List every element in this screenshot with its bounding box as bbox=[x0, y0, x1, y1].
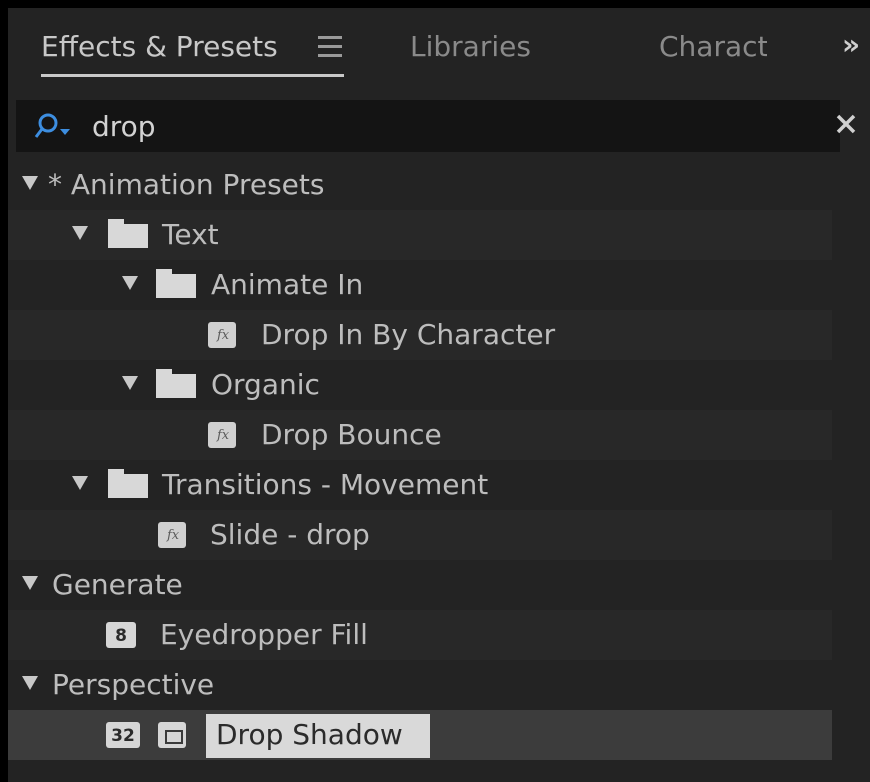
folder-icon bbox=[156, 369, 196, 398]
folder-icon bbox=[156, 269, 196, 298]
tree-item-text[interactable]: Text bbox=[8, 210, 832, 260]
tree-item-label: Transitions - Movement bbox=[162, 468, 489, 501]
tree-item-transitions-movement[interactable]: Transitions - Movement bbox=[8, 460, 832, 510]
tab-overflow-icon[interactable]: » bbox=[842, 28, 860, 61]
tree-item-generate[interactable]: Generate bbox=[8, 560, 832, 610]
fx-preset-icon bbox=[158, 522, 186, 548]
tree-item-animation-presets[interactable]: * Animation Presets bbox=[8, 160, 832, 210]
panel-menu-icon[interactable] bbox=[318, 36, 342, 58]
search-icon[interactable] bbox=[34, 112, 74, 140]
tree-item-label: Text bbox=[162, 218, 219, 251]
gpu-accelerated-icon bbox=[158, 722, 186, 748]
tree-item-eyedropper-fill[interactable]: 8 Eyedropper Fill bbox=[8, 610, 832, 660]
fx-preset-icon bbox=[208, 422, 236, 448]
tree-item-organic[interactable]: Organic bbox=[8, 360, 832, 410]
active-tab-indicator bbox=[41, 74, 344, 77]
tree-item-label: Animate In bbox=[211, 268, 364, 301]
expand-triangle-icon[interactable] bbox=[22, 176, 38, 190]
tree-item-animate-in[interactable]: Animate In bbox=[8, 260, 832, 310]
tab-libraries[interactable]: Libraries bbox=[410, 30, 531, 63]
tree-item-label: Slide - drop bbox=[210, 518, 370, 551]
tree-item-label: Perspective bbox=[52, 668, 215, 701]
tab-character[interactable]: Charact bbox=[659, 30, 767, 63]
tab-effects-presets[interactable]: Effects & Presets bbox=[41, 30, 278, 63]
expand-triangle-icon[interactable] bbox=[72, 226, 88, 240]
expand-triangle-icon[interactable] bbox=[122, 376, 138, 390]
tree-item-perspective[interactable]: Perspective bbox=[8, 660, 832, 710]
tree-item-label: * Animation Presets bbox=[48, 168, 325, 201]
expand-triangle-icon[interactable] bbox=[22, 576, 38, 590]
tree-item-slide-drop[interactable]: Slide - drop bbox=[8, 510, 832, 560]
tree-item-label: Generate bbox=[52, 568, 183, 601]
expand-triangle-icon[interactable] bbox=[22, 676, 38, 690]
selection-highlight: Drop Shadow bbox=[206, 714, 430, 758]
expand-triangle-icon[interactable] bbox=[72, 476, 88, 490]
close-icon[interactable] bbox=[834, 112, 858, 136]
panel-tab-bar: Effects & Presets Libraries Charact » bbox=[8, 8, 870, 92]
tree-item-drop-in-by-character[interactable]: Drop In By Character bbox=[8, 310, 832, 360]
tree-item-drop-shadow[interactable]: 32 Drop Shadow bbox=[8, 710, 832, 760]
bit-depth-badge: 8 bbox=[106, 622, 136, 648]
expand-triangle-icon[interactable] bbox=[122, 276, 138, 290]
tree-item-label: Eyedropper Fill bbox=[160, 618, 368, 651]
effects-presets-panel: Effects & Presets Libraries Charact » * … bbox=[8, 8, 870, 782]
scrollbar-track[interactable] bbox=[832, 160, 870, 782]
search-input[interactable] bbox=[92, 106, 732, 146]
fx-preset-icon bbox=[208, 322, 236, 348]
folder-icon bbox=[108, 469, 148, 498]
bit-depth-badge: 32 bbox=[106, 722, 140, 748]
folder-icon bbox=[108, 219, 148, 248]
tree-item-drop-bounce[interactable]: Drop Bounce bbox=[8, 410, 832, 460]
search-field[interactable] bbox=[16, 100, 840, 152]
tree-item-label: Drop Shadow bbox=[216, 718, 403, 751]
tree-item-label: Drop In By Character bbox=[261, 318, 556, 351]
tree-item-label: Drop Bounce bbox=[261, 418, 442, 451]
tree-item-label: Organic bbox=[211, 368, 320, 401]
